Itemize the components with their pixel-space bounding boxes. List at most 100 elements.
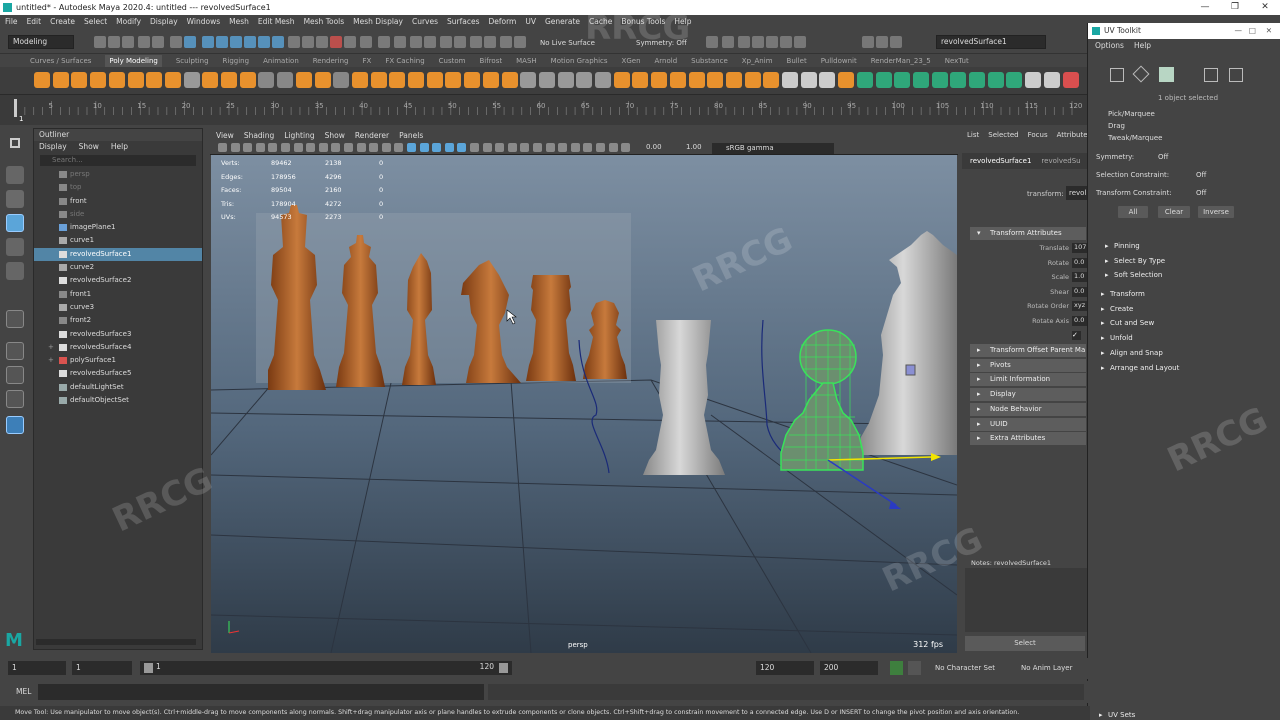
viewport-tool-icon[interactable] (419, 143, 429, 152)
outliner-item-defaultlightset[interactable]: defaultLightSet (34, 381, 202, 394)
uv-section-arrange-and-layout[interactable]: Arrange and Layout (1101, 364, 1179, 372)
shelf-tool-icon[interactable] (482, 72, 499, 88)
shelf-tool-icon[interactable] (969, 72, 985, 88)
outliner-item-defaultobjectset[interactable]: defaultObjectSet (34, 394, 202, 407)
playback-end-field[interactable]: 120 (756, 661, 814, 675)
viewport-tool-icon[interactable] (570, 143, 580, 152)
viewport-3d[interactable]: Verts: 89462 2138 0 Edges: 178956 4296 0 Faces: 8… (211, 155, 957, 653)
menu-curves[interactable]: Curves (412, 15, 438, 29)
render-tool-icon[interactable] (706, 36, 718, 48)
outliner-item-imageplane1[interactable]: imagePlane1 (34, 221, 202, 234)
status-tool-icon[interactable] (170, 36, 182, 48)
shelf-tool-icon[interactable] (52, 72, 69, 88)
shelf-tool-icon[interactable] (632, 72, 649, 88)
status-tool-icon[interactable] (258, 36, 270, 48)
menu-create[interactable]: Create (50, 15, 75, 29)
menu-surfaces[interactable]: Surfaces (447, 15, 479, 29)
attr-field-rotate[interactable]: 0.0 (1072, 257, 1087, 268)
status-tool-icon[interactable] (216, 36, 228, 48)
viewport-menu-panels[interactable]: Panels (399, 129, 423, 142)
shelf-tool-icon[interactable] (782, 72, 798, 88)
status-tool-icon[interactable] (138, 36, 150, 48)
uv-section-align-and-snap[interactable]: Align and Snap (1101, 349, 1163, 357)
viewport-tool-icon[interactable] (255, 143, 265, 152)
viewport-tool-icon[interactable] (470, 143, 479, 152)
status-tool-icon[interactable] (514, 36, 526, 48)
viewport-tool-icon[interactable] (621, 143, 631, 152)
menu-edit-mesh[interactable]: Edit Mesh (258, 15, 295, 29)
outliner-menu-display[interactable]: Display (39, 141, 67, 153)
ae-tab-attributes[interactable]: Attributes (1057, 128, 1092, 142)
scale-tool-icon[interactable] (6, 262, 24, 280)
transform-constraint-value[interactable]: Off (1196, 189, 1206, 197)
render-tool-icon[interactable] (738, 36, 750, 48)
shelf-tool-icon[interactable] (931, 72, 948, 88)
ae-section-pivots[interactable]: Pivots (970, 358, 1086, 372)
shelf-tab-renderman-23-5[interactable]: RenderMan_23_5 (871, 55, 931, 67)
attr-field-scale[interactable]: 1.0 (1072, 272, 1087, 283)
minimize-button[interactable]: — (1190, 0, 1220, 15)
viewport-tool-icon[interactable] (533, 143, 542, 152)
range-start-handle[interactable] (144, 663, 153, 673)
end-time-field[interactable]: 200 (820, 661, 878, 675)
range-end-handle[interactable] (499, 663, 508, 673)
ae-section-extra-attributes[interactable]: Extra Attributes (970, 432, 1086, 446)
shelf-tool-icon[interactable] (1006, 72, 1023, 88)
render-tool-icon[interactable] (876, 36, 888, 48)
outliner-item-revolvedsurface4[interactable]: + revolvedSurface4 (34, 341, 202, 354)
shelf-tool-icon[interactable] (744, 72, 761, 88)
status-tool-icon[interactable] (244, 36, 256, 48)
inverse-selection-button[interactable]: Inverse (1198, 206, 1234, 218)
menu-edit[interactable]: Edit (27, 15, 42, 29)
viewport-tool-icon[interactable] (331, 143, 341, 152)
shelf-tab-xgen[interactable]: XGen (622, 55, 641, 67)
paint-select-icon[interactable] (6, 190, 24, 208)
menu-select[interactable]: Select (84, 15, 107, 29)
attr-field-translate[interactable]: 107 (1072, 243, 1087, 253)
viewport-tool-icon[interactable] (394, 143, 404, 152)
range-bar[interactable]: 1 120 (140, 661, 512, 675)
outliner-item-curve1[interactable]: curve1 (34, 234, 202, 247)
uv-mode-icon[interactable] (1229, 68, 1243, 82)
shelf-tool-icon[interactable] (501, 72, 518, 88)
viewport-tool-icon[interactable] (230, 143, 240, 152)
viewport-tool-icon[interactable] (293, 143, 303, 152)
uv-section-create[interactable]: Create (1101, 305, 1133, 313)
status-tool-icon[interactable] (230, 36, 242, 48)
shelf-tool-icon[interactable] (894, 72, 911, 88)
menu-display[interactable]: Display (150, 15, 178, 29)
shelf-tool-icon[interactable] (688, 72, 705, 88)
viewport-tool-icon[interactable] (218, 143, 227, 152)
shelf-tab-nextut[interactable]: NexTut (945, 55, 969, 67)
shelf-tab-animation[interactable]: Animation (263, 55, 299, 67)
ae-tab-focus[interactable]: Focus (1028, 128, 1048, 142)
expand-icon[interactable]: + (48, 354, 54, 367)
shelf-tool-icon[interactable] (838, 72, 855, 88)
shelf-tab-rendering[interactable]: Rendering (313, 55, 349, 67)
status-tool-icon[interactable] (394, 36, 406, 48)
gamma-field[interactable]: 1.00 (686, 143, 702, 151)
two-pane-layout-icon[interactable] (6, 366, 24, 384)
outliner-menu-help[interactable]: Help (111, 141, 128, 153)
shelf-tool-icon[interactable] (164, 72, 181, 88)
viewport-tool-icon[interactable] (495, 143, 505, 152)
object-mode-icon[interactable] (1110, 68, 1124, 82)
shelf-tool-icon[interactable] (557, 72, 574, 88)
current-frame-marker[interactable] (14, 99, 17, 117)
shelf-tab-fx-caching[interactable]: FX Caching (385, 55, 424, 67)
status-tool-icon[interactable] (288, 36, 300, 48)
select-tool-icon[interactable] (10, 138, 20, 148)
status-tool-icon[interactable] (378, 36, 390, 48)
mode-drag[interactable]: Drag (1108, 122, 1125, 130)
status-tool-icon[interactable] (344, 36, 356, 48)
outliner-item-side[interactable]: side (34, 208, 202, 221)
object-name-field[interactable]: revolvedSurface1 (936, 35, 1046, 49)
status-tool-icon[interactable] (94, 36, 106, 48)
shelf-tab-sculpting[interactable]: Sculpting (176, 55, 209, 67)
uv-subsection-pinning[interactable]: Pinning (1105, 242, 1140, 250)
render-tool-icon[interactable] (780, 36, 792, 48)
vertex-mode-icon[interactable] (1132, 65, 1150, 83)
uv-sets-section[interactable]: UV Sets (1099, 711, 1135, 719)
status-tool-icon[interactable] (152, 36, 164, 48)
uv-section-unfold[interactable]: Unfold (1101, 334, 1133, 342)
